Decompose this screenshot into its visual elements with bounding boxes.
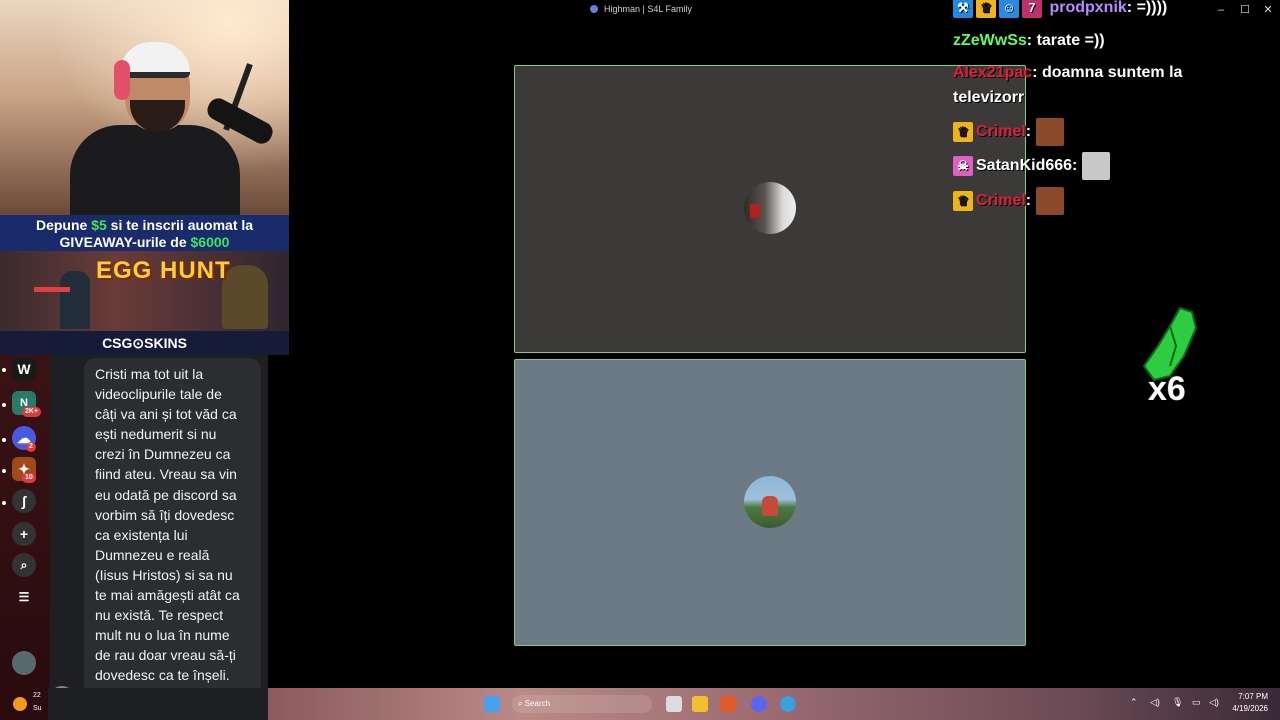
close-button[interactable]: ✕	[1258, 2, 1278, 18]
clock-date[interactable]: 4/19/2026	[1228, 704, 1268, 713]
sidebar-item-music[interactable]: ʃ	[12, 489, 36, 513]
app-icon	[590, 5, 598, 13]
call-tile-participant-1[interactable]	[514, 65, 1026, 353]
maximize-button[interactable]: ☐	[1235, 2, 1255, 18]
chat-message: ⚒ ♛ ☺ 7 prodpxnik: =))))	[953, 0, 1167, 18]
call-tile-participant-2[interactable]	[514, 359, 1026, 646]
sidebar-item-star[interactable]: ✦ 10	[12, 457, 36, 483]
app-sidebar: W N 2K+ ☁ 2 ✦ 10 ʃ + ⌕ ☰	[0, 355, 50, 688]
window-title: Highman | S4L Family	[590, 4, 692, 14]
clock-time[interactable]: 7:07 PM	[1236, 692, 1268, 701]
minimize-button[interactable]: –	[1211, 2, 1231, 18]
message-text: Cristi ma tot uit la videoclipurile tale…	[95, 366, 240, 704]
taskbar	[268, 688, 1280, 720]
explore-icon[interactable]: ⌕	[12, 553, 36, 577]
sidebar-item-cloud[interactable]: ☁ 2	[12, 426, 36, 452]
volume-icon[interactable]: ◁)	[1209, 697, 1219, 708]
sidebar-item-n[interactable]: N 2K+	[12, 391, 42, 417]
event-title: EGG HUNT	[96, 257, 231, 284]
brave-browser-icon[interactable]	[720, 696, 736, 712]
chat-message: Alex21pac: doamna suntem la	[953, 64, 1183, 81]
speaker-icon[interactable]: ◁)	[1150, 697, 1160, 708]
notification-badge: 2K+	[22, 407, 42, 417]
hype-count: x6	[1148, 370, 1186, 408]
weather-label: Su	[33, 705, 42, 712]
file-explorer-icon[interactable]	[692, 696, 708, 712]
chat-message: ☠ SatanKid666:	[953, 152, 1110, 180]
mic-icon[interactable]: 🎙	[1172, 697, 1183, 708]
demon-badge-icon: ☠	[953, 156, 973, 176]
network-icon[interactable]: ▭	[1192, 697, 1201, 708]
add-server-icon[interactable]: +	[12, 522, 36, 546]
discord-icon[interactable]	[751, 696, 767, 712]
emote-icon	[1035, 187, 1064, 215]
notification-badge: 2	[26, 442, 36, 452]
crown-icon: ♛	[953, 191, 973, 211]
promo-banner-text: Depune $5 si te inscrii auomat la GIVEAW…	[0, 215, 289, 251]
participant-avatar	[744, 476, 796, 528]
user-avatar[interactable]	[12, 651, 36, 675]
weather-temp: 22	[33, 692, 41, 699]
emote-icon	[1035, 118, 1064, 146]
taskbar-search[interactable]: ⌕ Search	[512, 695, 652, 713]
webcam-feed	[0, 0, 289, 215]
task-view-icon[interactable]	[666, 696, 682, 712]
globe-icon[interactable]	[780, 696, 796, 712]
notification-badge: 10	[22, 473, 36, 483]
start-icon[interactable]	[484, 696, 500, 712]
crown-icon: ♛	[953, 122, 973, 142]
chat-message: zZeWwSs: tarate =))	[953, 32, 1105, 49]
sidebar-item-w[interactable]: W	[12, 357, 36, 381]
weather-icon[interactable]	[13, 697, 27, 711]
sponsor-logo: CSG⊙SKINS	[0, 331, 289, 355]
participant-avatar	[744, 182, 796, 234]
emote-icon	[1081, 152, 1110, 180]
promo-banner-image: EGG HUNT	[0, 251, 289, 331]
chat-message: ♛ Crimel:	[953, 118, 1064, 146]
crown-icon: ♛	[976, 0, 996, 18]
chat-message-continued: televizorr	[953, 89, 1025, 106]
chat-message: ♛ Crimel:	[953, 187, 1064, 215]
chevron-up-icon[interactable]: ⌃	[1130, 697, 1138, 708]
rss-icon: ☰	[18, 590, 30, 604]
window-title-text: Highman | S4L Family	[604, 4, 693, 14]
